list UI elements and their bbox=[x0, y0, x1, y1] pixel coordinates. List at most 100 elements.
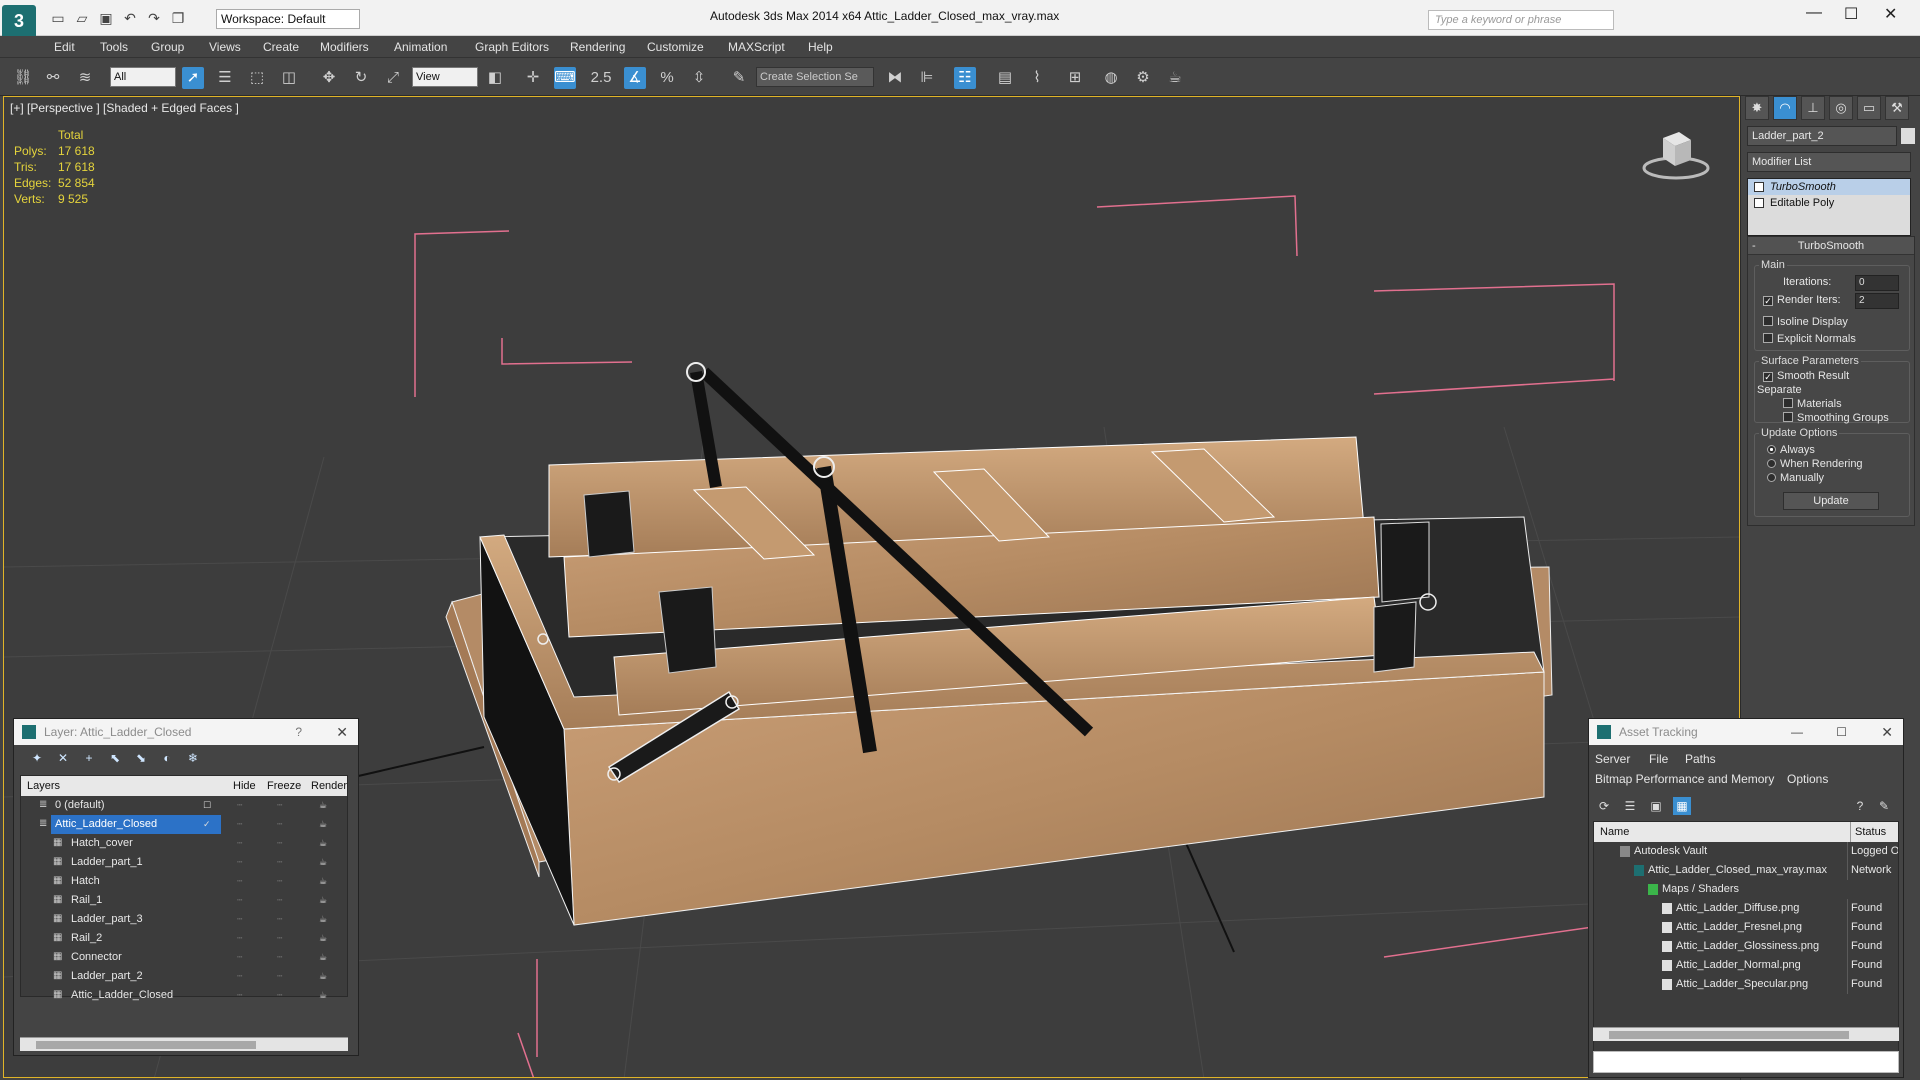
modifier-list-dropdown[interactable]: Modifier List bbox=[1747, 152, 1911, 172]
layer-manager-icon[interactable]: ☷ bbox=[954, 67, 976, 89]
add-selected-icon[interactable]: + bbox=[80, 749, 98, 767]
asset-name[interactable]: Attic_Ladder_Normal.png bbox=[1676, 956, 1801, 975]
layer-name[interactable]: Attic_Ladder_Closed bbox=[51, 815, 221, 834]
object-name[interactable]: Attic_Ladder_Closed bbox=[71, 986, 173, 1005]
close-icon[interactable]: ✕ bbox=[336, 719, 348, 745]
freeze-toggle-icon[interactable]: ┄ bbox=[277, 910, 282, 929]
create-tab-icon[interactable]: ✸ bbox=[1745, 96, 1769, 120]
menu-create[interactable]: Create bbox=[263, 40, 299, 54]
asset-name[interactable]: Autodesk Vault bbox=[1634, 842, 1707, 861]
layer-row[interactable]: ▦ Hatch_cover ┄ ┄ ☕ bbox=[21, 834, 347, 853]
manually-radio[interactable]: Manually bbox=[1767, 472, 1824, 484]
highlight-editable-icon[interactable]: ✎ bbox=[1875, 797, 1893, 815]
hide-all-layers-icon[interactable]: ◐ bbox=[158, 749, 176, 767]
checkbox-icon[interactable] bbox=[1763, 333, 1773, 343]
link-icon[interactable]: ⛓ bbox=[12, 67, 34, 89]
menu-options[interactable]: Options bbox=[1787, 772, 1828, 786]
menu-maxscript[interactable]: MAXScript bbox=[728, 40, 785, 54]
menu-graph-editors[interactable]: Graph Editors bbox=[475, 40, 549, 54]
render-toggle-icon[interactable]: ☕ bbox=[319, 986, 327, 1005]
project-folder-icon[interactable]: ❐ bbox=[168, 8, 188, 28]
render-toggle-icon[interactable]: ☕ bbox=[319, 948, 327, 967]
render-toggle-icon[interactable]: ☕ bbox=[319, 815, 327, 834]
curve-editor-icon[interactable]: ⌇ bbox=[1026, 67, 1048, 89]
asset-row[interactable]: Attic_Ladder_Specular.png Found bbox=[1594, 975, 1898, 994]
schematic-view-icon[interactable]: ⊞ bbox=[1064, 67, 1086, 89]
asset-row[interactable]: Attic_Ladder_Diffuse.png Found bbox=[1594, 899, 1898, 918]
freeze-toggle-icon[interactable]: ┄ bbox=[277, 872, 282, 891]
menu-bitmap-performance[interactable]: Bitmap Performance and Memory bbox=[1595, 772, 1774, 786]
menu-paths[interactable]: Paths bbox=[1685, 752, 1716, 766]
hide-toggle-icon[interactable]: ┄ bbox=[237, 967, 242, 986]
iterations-spinner[interactable]: 0 bbox=[1855, 275, 1899, 291]
radio-icon[interactable] bbox=[1767, 445, 1776, 454]
freeze-toggle-icon[interactable]: ┄ bbox=[277, 891, 282, 910]
lightbulb-icon[interactable] bbox=[1754, 198, 1764, 208]
layer-manager-titlebar[interactable]: Layer: Attic_Ladder_Closed ? ✕ bbox=[14, 719, 358, 745]
smoothing-groups-checkbox[interactable]: Smoothing Groups bbox=[1783, 412, 1889, 424]
layer-row[interactable]: ≣ Attic_Ladder_Closed ✓ ┄ ┄ ☕ bbox=[21, 815, 347, 834]
hide-toggle-icon[interactable]: ┄ bbox=[237, 796, 242, 815]
col-layers[interactable]: Layers bbox=[27, 776, 60, 796]
explicit-normals-checkbox[interactable]: Explicit Normals bbox=[1763, 333, 1856, 345]
mirror-icon[interactable]: ⧓ bbox=[884, 67, 906, 89]
app-menu-button[interactable]: 3 bbox=[2, 5, 36, 39]
redo-icon[interactable]: ↷ bbox=[144, 8, 164, 28]
render-toggle-icon[interactable]: ☕ bbox=[319, 834, 327, 853]
open-file-icon[interactable]: ▱ bbox=[72, 8, 92, 28]
rectangular-selection-icon[interactable]: ⬚ bbox=[246, 67, 268, 89]
isoline-display-checkbox[interactable]: Isoline Display bbox=[1763, 316, 1848, 328]
minimize-icon[interactable]: — bbox=[1791, 719, 1803, 745]
asset-name[interactable]: Attic_Ladder_Specular.png bbox=[1676, 975, 1808, 994]
render-teapot-icon[interactable]: ☕ bbox=[1164, 67, 1186, 89]
select-manipulate-icon[interactable]: ✛ bbox=[522, 67, 544, 89]
new-layer-icon[interactable]: ✦ bbox=[28, 749, 46, 767]
save-icon[interactable]: ▣ bbox=[96, 8, 116, 28]
percent-snap-icon[interactable]: % bbox=[656, 67, 678, 89]
asset-name[interactable]: Attic_Ladder_Diffuse.png bbox=[1676, 899, 1799, 918]
render-iters-spinner[interactable]: 2 bbox=[1855, 293, 1899, 309]
freeze-toggle-icon[interactable]: ┄ bbox=[277, 948, 282, 967]
asset-tracking-titlebar[interactable]: Asset Tracking — ☐ ✕ bbox=[1589, 719, 1903, 745]
asset-horizontal-scrollbar[interactable] bbox=[1593, 1027, 1899, 1041]
new-file-icon[interactable]: ▭ bbox=[48, 8, 68, 28]
hide-toggle-icon[interactable]: ┄ bbox=[237, 986, 242, 1005]
viewcube-icon[interactable] bbox=[1641, 126, 1711, 186]
maximize-icon[interactable]: ☐ bbox=[1836, 719, 1847, 745]
menu-help[interactable]: Help bbox=[808, 40, 833, 54]
minimize-icon[interactable]: — bbox=[1806, 4, 1822, 22]
checkbox-icon[interactable]: ✓ bbox=[1763, 372, 1773, 382]
freeze-toggle-icon[interactable]: ┄ bbox=[277, 986, 282, 1005]
scrollbar-thumb[interactable] bbox=[36, 1041, 256, 1049]
close-icon[interactable]: ✕ bbox=[1881, 719, 1893, 745]
object-name[interactable]: Hatch bbox=[71, 872, 100, 891]
named-selection-set-dropdown[interactable]: Create Selection Se bbox=[756, 67, 874, 87]
layer-row[interactable]: ▦ Ladder_part_3 ┄ ┄ ☕ bbox=[21, 910, 347, 929]
object-color-swatch[interactable] bbox=[1901, 128, 1915, 144]
reference-coordinate-dropdown[interactable]: View bbox=[412, 67, 478, 87]
when-rendering-radio[interactable]: When Rendering bbox=[1767, 458, 1863, 470]
freeze-toggle-icon[interactable]: ┄ bbox=[277, 967, 282, 986]
hide-toggle-icon[interactable]: ┄ bbox=[237, 815, 242, 834]
menu-server[interactable]: Server bbox=[1595, 752, 1630, 766]
asset-path-field[interactable] bbox=[1593, 1051, 1899, 1073]
menu-group[interactable]: Group bbox=[151, 40, 184, 54]
menu-tools[interactable]: Tools bbox=[100, 40, 128, 54]
motion-tab-icon[interactable]: ◎ bbox=[1829, 96, 1853, 120]
hide-toggle-icon[interactable]: ┄ bbox=[237, 834, 242, 853]
render-iters-checkbox[interactable]: ✓ Render Iters: bbox=[1763, 294, 1841, 306]
graphite-ribbon-icon[interactable]: ▤ bbox=[994, 67, 1016, 89]
layer-horizontal-scrollbar[interactable] bbox=[20, 1037, 348, 1051]
object-name[interactable]: Connector bbox=[71, 948, 122, 967]
render-toggle-icon[interactable]: ☕ bbox=[319, 967, 327, 986]
unlink-icon[interactable]: ⚯ bbox=[42, 67, 64, 89]
utilities-tab-icon[interactable]: ⚒ bbox=[1885, 96, 1909, 120]
asset-row[interactable]: Autodesk Vault Logged Out bbox=[1594, 842, 1898, 861]
search-input[interactable]: Type a keyword or phrase bbox=[1428, 10, 1614, 30]
freeze-toggle-icon[interactable]: ┄ bbox=[277, 815, 282, 834]
freeze-toggle-icon[interactable]: ┄ bbox=[277, 796, 282, 815]
hide-toggle-icon[interactable]: ┄ bbox=[237, 929, 242, 948]
current-layer-box-icon[interactable]: ☐ bbox=[203, 796, 211, 815]
render-toggle-icon[interactable]: ☕ bbox=[319, 796, 327, 815]
workspace-dropdown[interactable]: Workspace: Default bbox=[216, 9, 360, 29]
